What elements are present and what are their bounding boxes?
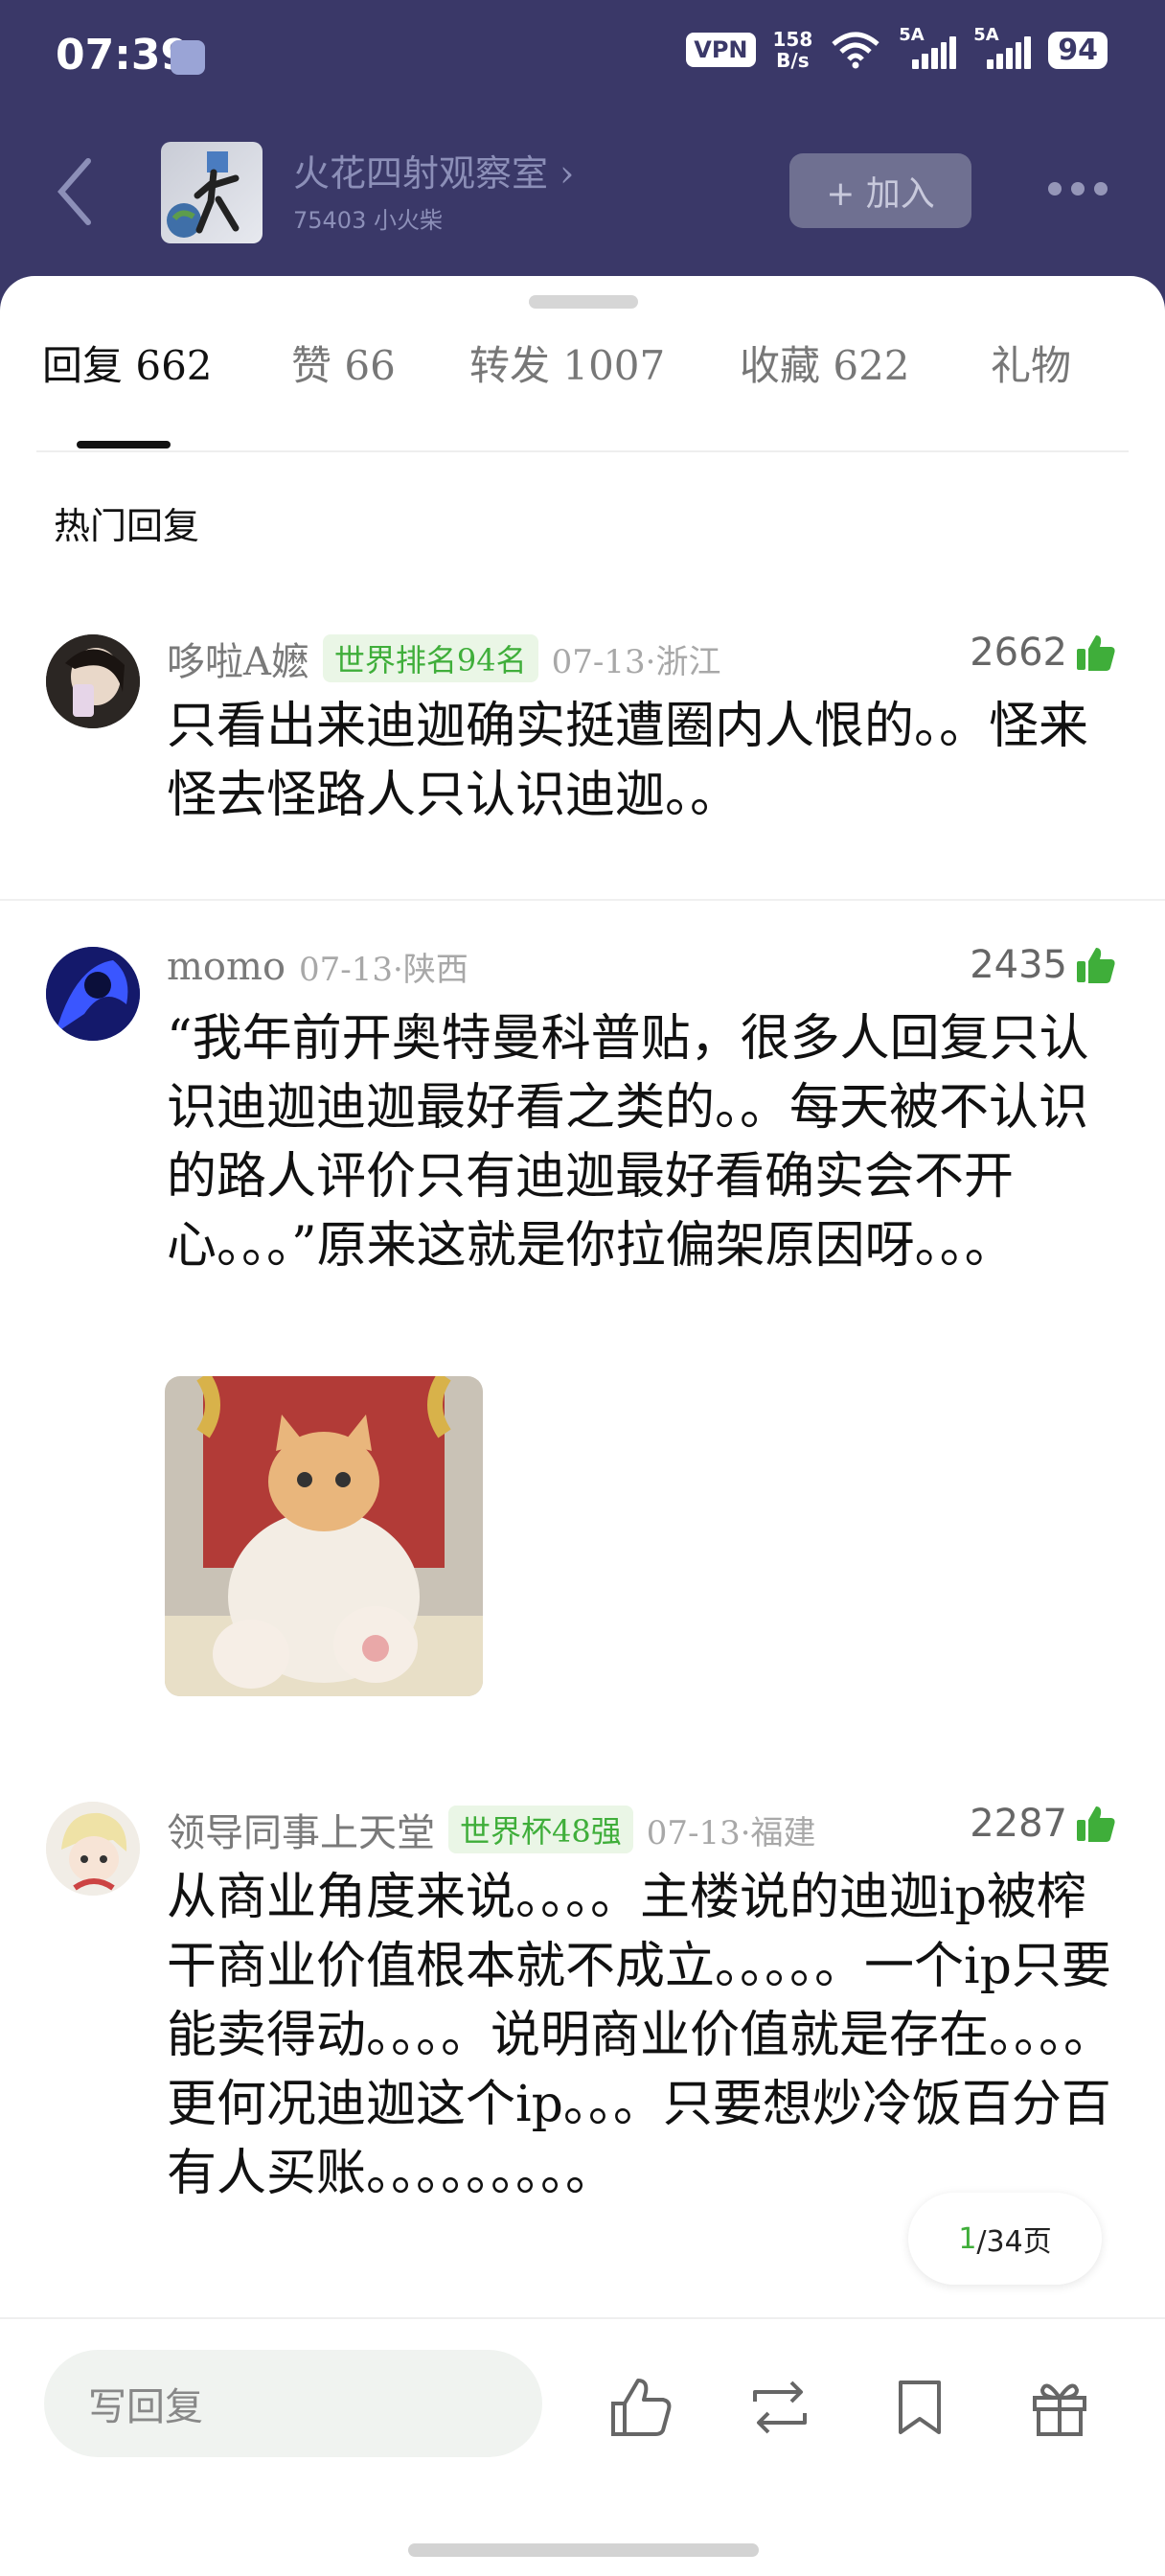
tab-gifts[interactable]: 礼物 <box>991 334 1071 392</box>
tab-reposts[interactable]: 转发 1007 <box>469 334 665 392</box>
replies-sheet: 回复 662 赞 66 转发 1007 收藏 622 礼物 热门回复 哆啦A嬷 … <box>0 276 1165 2576</box>
signal-icon: 5A <box>899 25 957 69</box>
rank-badge: 世界排名94名 <box>322 634 538 682</box>
rank-badge: 世界杯48强 <box>448 1806 633 1853</box>
comment-meta: momo 07-13·陕西 <box>167 943 468 990</box>
comment-text: “我年前开奥特曼科普贴，很多人回复只认识迪迦迪迦最好看之类的。。每天被不认识的路… <box>167 1010 1089 1275</box>
avatar[interactable] <box>46 634 140 728</box>
join-button[interactable]: + 加入 <box>789 153 971 228</box>
comment-text: 从商业角度来说。。。。主楼说的迪迦ip被榨干商业价值根本就不成立。。。。。一个i… <box>167 1869 1114 2202</box>
group-avatar-image <box>167 151 240 238</box>
avatar-image <box>46 947 140 1041</box>
repost-icon[interactable] <box>745 2373 814 2442</box>
signal-label: 5A <box>899 25 925 45</box>
bottom-action-bar: 写回复 <box>0 2317 1165 2509</box>
username[interactable]: 领导同事上天堂 <box>167 1802 435 1857</box>
gift-icon[interactable] <box>1025 2373 1094 2442</box>
tab-bar: 回复 662 赞 66 转发 1007 收藏 622 礼物 <box>0 334 1165 439</box>
status-icons: VPN 158 B/s 5A 5A 94 <box>686 25 1108 71</box>
divider <box>36 450 1129 452</box>
current-page: 1 <box>958 2221 977 2256</box>
thumbs-up-icon <box>1077 948 1115 983</box>
avatar[interactable] <box>46 1802 140 1896</box>
avatar-image <box>46 1802 140 1896</box>
tab-likes[interactable]: 赞 66 <box>291 334 396 392</box>
speed-unit: B/s <box>776 49 810 72</box>
like-number: 2287 <box>970 1802 1067 1846</box>
like-number: 2435 <box>970 943 1067 987</box>
date-location: 07-13·陕西 <box>299 951 468 989</box>
comment-text: 只看出来迪迦确实挺遭圈内人恨的。。怪来怪去怪路人只认识迪迦。。 <box>167 698 1089 824</box>
back-arrow-icon[interactable] <box>50 153 107 230</box>
page-indicator[interactable]: 1 /34页 <box>908 2193 1102 2285</box>
battery-icon: 94 <box>1048 31 1108 69</box>
group-subtitle: 75403 小火柴 <box>293 207 443 234</box>
comment-meta: 领导同事上天堂 世界杯48强 07-13·福建 <box>167 1802 816 1857</box>
active-tab-indicator <box>77 441 171 448</box>
date-location: 07-13·浙江 <box>551 642 721 681</box>
like-count[interactable]: 2662 <box>970 631 1117 675</box>
home-indicator[interactable] <box>408 2543 759 2557</box>
wifi-icon <box>832 32 879 69</box>
more-icon[interactable] <box>1048 182 1108 196</box>
username[interactable]: momo <box>167 945 286 989</box>
total-pages: /34页 <box>976 2225 1052 2259</box>
vpn-icon: VPN <box>686 33 756 67</box>
like-count[interactable]: 2287 <box>970 1802 1117 1846</box>
thumbs-up-icon <box>1077 1806 1115 1842</box>
signal-label: 5A <box>973 25 999 45</box>
avatar-image <box>46 634 140 728</box>
like-number: 2662 <box>970 631 1067 675</box>
app-notification-icon <box>171 40 205 75</box>
status-bar: 07:39 VPN 158 B/s 5A 5A 94 <box>0 0 1165 115</box>
cat-photo <box>165 1376 483 1696</box>
bookmark-icon[interactable] <box>885 2373 954 2442</box>
network-speed: 158 B/s <box>773 29 813 71</box>
drag-handle[interactable] <box>529 295 638 309</box>
tab-replies[interactable]: 回复 662 <box>42 334 213 392</box>
cat-image[interactable] <box>165 1376 483 1696</box>
date-location: 07-13·福建 <box>646 1813 816 1852</box>
speed-value: 158 <box>772 28 813 51</box>
section-title: 热门回复 <box>54 505 200 547</box>
group-avatar[interactable] <box>161 142 263 243</box>
signal-icon: 5A <box>973 25 1032 69</box>
divider <box>0 899 1165 901</box>
like-count[interactable]: 2435 <box>970 943 1117 987</box>
username[interactable]: 哆啦A嬷 <box>167 631 309 686</box>
group-name[interactable]: 火花四射观察室 › <box>293 144 574 196</box>
thumbs-up-icon <box>1077 635 1115 671</box>
tab-favorites[interactable]: 收藏 622 <box>740 334 910 392</box>
like-icon[interactable] <box>605 2373 674 2442</box>
comment-meta: 哆啦A嬷 世界排名94名 07-13·浙江 <box>167 631 720 686</box>
reply-input[interactable]: 写回复 <box>44 2350 542 2457</box>
avatar[interactable] <box>46 947 140 1041</box>
group-header: 火花四射观察室 › 75403 小火柴 + 加入 <box>0 115 1165 278</box>
